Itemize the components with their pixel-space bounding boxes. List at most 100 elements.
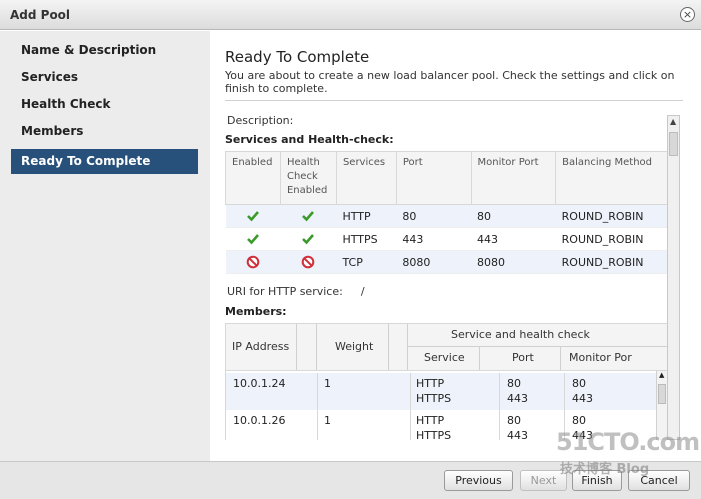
close-icon[interactable]: × — [680, 7, 695, 22]
disabled-icon — [302, 255, 315, 269]
column-divider — [564, 373, 565, 410]
monitor-port-cell: 443 — [471, 227, 556, 251]
main-panel: Ready To Complete You are about to creat… — [210, 31, 701, 461]
uri-value: / — [360, 285, 365, 298]
balancing-method-cell: ROUND_ROBIN — [555, 250, 667, 274]
check-icon — [302, 211, 315, 222]
table-row: TCP 8080 8080 ROUND_ROBIN — [225, 250, 667, 274]
uri-line: URI for HTTP service: / — [227, 285, 365, 298]
page-title: Ready To Complete — [225, 48, 370, 66]
weight-cell: 1 — [324, 377, 331, 390]
column-divider — [479, 346, 480, 370]
health-check-cell — [280, 250, 337, 274]
port-cell: 80 — [396, 204, 471, 228]
column-header-monitor-port: Monitor Port — [470, 151, 557, 205]
service-cell: TCP — [336, 250, 397, 274]
column-divider — [317, 373, 318, 410]
column-divider — [499, 410, 500, 440]
column-header-weight: Weight — [335, 340, 374, 353]
column-divider — [560, 346, 561, 370]
column-divider — [410, 373, 411, 410]
enabled-cell — [225, 227, 281, 251]
ip-address-cell: 10.0.1.26 — [233, 414, 286, 427]
ip-address-cell: 10.0.1.24 — [233, 377, 286, 390]
check-icon — [302, 234, 315, 245]
service-cell: HTTPS — [416, 429, 452, 440]
health-check-cell — [280, 227, 337, 251]
service-cell: HTTPS — [416, 392, 452, 405]
scroll-thumb[interactable] — [658, 384, 666, 404]
column-header-port: Port — [512, 351, 534, 364]
port-cell: 80 — [507, 414, 521, 427]
page-description: You are about to create a new load balan… — [225, 69, 675, 95]
scroll-up-icon[interactable]: ▲ — [659, 371, 664, 379]
table-row: HTTP 80 80 ROUND_ROBIN — [225, 204, 667, 228]
column-divider — [316, 324, 317, 370]
check-icon — [247, 234, 259, 245]
watermark-subtitle: 技术博客 Blog — [560, 462, 650, 477]
members-section-title: Members: — [225, 305, 287, 318]
watermark-logo: 51CTO.com — [556, 428, 700, 456]
service-cell: HTTPS — [336, 227, 397, 251]
monitor-port-cell: 80 — [572, 414, 586, 427]
column-header-enabled: Enabled — [225, 151, 281, 205]
sidebar-item-services[interactable]: Services — [11, 66, 198, 88]
table-header-row: Enabled Health Check Enabled Services Po… — [225, 151, 667, 205]
sidebar-item-members[interactable]: Members — [11, 120, 198, 142]
services-section-title: Services and Health-check: — [225, 133, 394, 146]
services-table: Enabled Health Check Enabled Services Po… — [225, 151, 667, 274]
monitor-port-cell: 443 — [572, 392, 593, 405]
service-cell: HTTP — [416, 414, 445, 427]
port-cell: 8080 — [396, 250, 471, 274]
header-divider — [408, 346, 667, 347]
column-header-services: Services — [335, 151, 397, 205]
balancing-method-cell: ROUND_ROBIN — [555, 204, 667, 228]
column-header-service: Service — [424, 351, 465, 364]
wizard-sidebar: Name & Description Services Health Check… — [0, 31, 210, 461]
column-divider — [388, 324, 389, 370]
column-group-header-service-health-check: Service and health check — [451, 328, 590, 341]
disabled-icon — [246, 255, 260, 269]
scroll-up-icon[interactable]: ▲ — [670, 117, 676, 126]
uri-label: URI for HTTP service: — [227, 285, 343, 298]
column-header-balancing-method: Balancing Method — [555, 151, 667, 205]
column-header-monitor-port: Monitor Por — [569, 351, 632, 364]
port-cell: 443 — [507, 429, 528, 440]
members-table-header: IP Address Weight Service and health che… — [225, 323, 667, 371]
table-row: HTTPS 443 443 ROUND_ROBIN — [225, 227, 667, 251]
column-divider — [317, 410, 318, 440]
description-field-label: Description: — [227, 115, 294, 127]
monitor-port-cell: 80 — [572, 377, 586, 390]
summary-scroll-area[interactable]: Description: Services and Health-check: … — [225, 115, 667, 440]
scroll-thumb[interactable] — [669, 132, 678, 156]
column-header-port: Port — [395, 151, 472, 205]
monitor-port-cell: 8080 — [471, 250, 556, 274]
sidebar-item-health-check[interactable]: Health Check — [11, 93, 198, 115]
monitor-port-cell: 80 — [471, 204, 556, 228]
divider — [225, 100, 683, 101]
service-cell: HTTP — [416, 377, 445, 390]
column-divider — [410, 410, 411, 440]
table-row: 10.0.1.24 1 HTTP HTTPS 80 443 80 443 — [226, 373, 667, 410]
column-header-health-check-enabled: Health Check Enabled — [279, 151, 337, 205]
column-divider — [296, 324, 297, 370]
sidebar-item-ready-to-complete[interactable]: Ready To Complete — [11, 149, 198, 174]
enabled-cell — [225, 250, 281, 274]
port-cell: 443 — [507, 392, 528, 405]
column-divider — [499, 373, 500, 410]
service-cell: HTTP — [336, 204, 397, 228]
column-header-ip-address: IP Address — [232, 340, 290, 353]
port-cell: 443 — [396, 227, 471, 251]
balancing-method-cell: ROUND_ROBIN — [555, 227, 667, 251]
previous-button[interactable]: Previous — [444, 470, 513, 491]
check-icon — [247, 211, 259, 222]
enabled-cell — [225, 204, 281, 228]
sidebar-item-name-description[interactable]: Name & Description — [11, 39, 198, 61]
health-check-cell — [280, 204, 337, 228]
dialog-title: Add Pool — [10, 8, 71, 22]
port-cell: 80 — [507, 377, 521, 390]
weight-cell: 1 — [324, 414, 331, 427]
summary-scrollbar[interactable]: ▲ — [667, 115, 680, 440]
column-divider — [407, 324, 408, 370]
dialog-titlebar: Add Pool × — [0, 0, 701, 30]
